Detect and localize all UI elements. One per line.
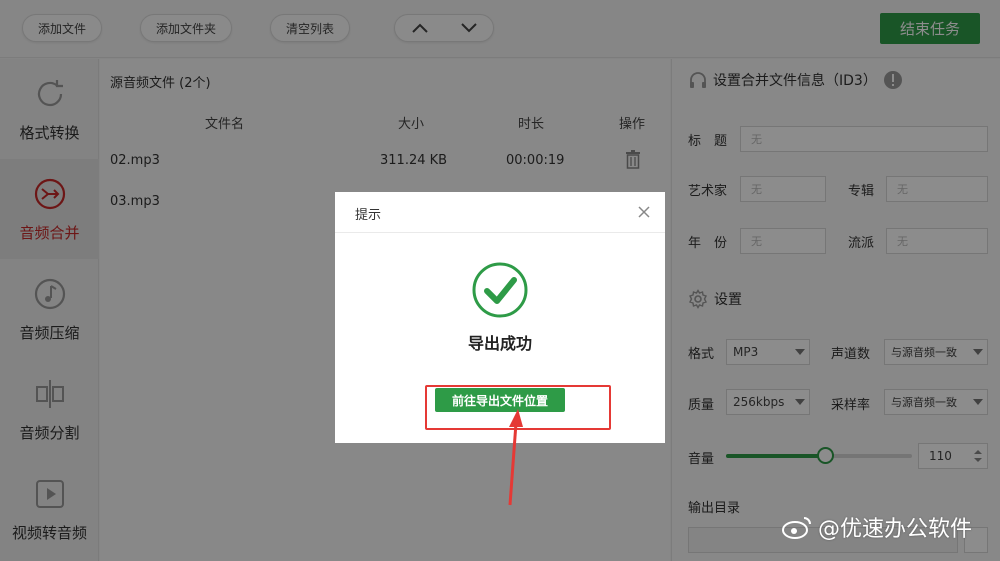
- watermark: @优速办公软件: [782, 511, 972, 543]
- check-circle-icon: [472, 262, 528, 318]
- dialog-message: 导出成功: [467, 334, 532, 353]
- weibo-logo-icon: [782, 514, 812, 540]
- close-icon[interactable]: [635, 203, 653, 221]
- dialog-title: 提示: [355, 208, 382, 223]
- pointer-arrow-icon: [508, 409, 523, 506]
- dialog-header: 提示: [335, 192, 665, 233]
